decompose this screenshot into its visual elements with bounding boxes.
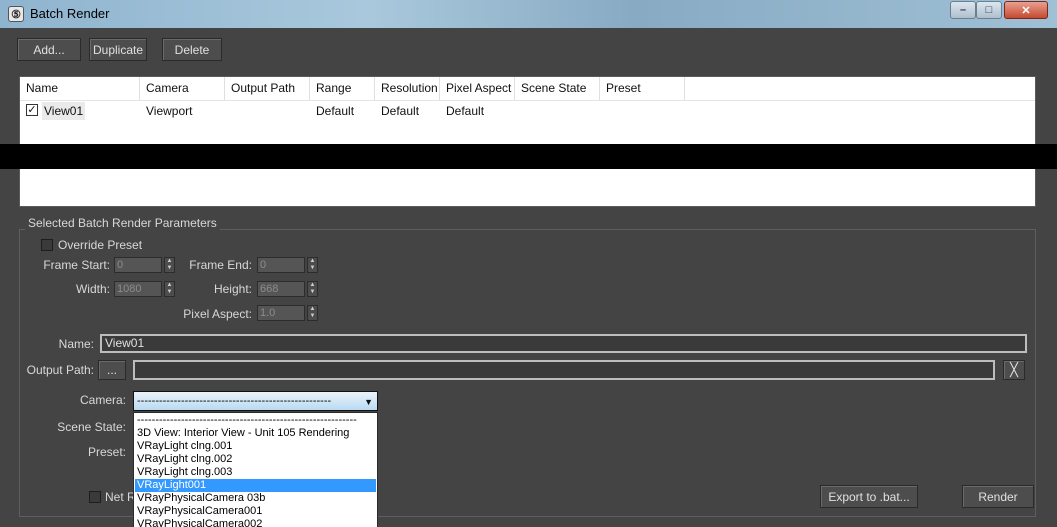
frame-start-spinner[interactable]: ▲ ▼ bbox=[164, 257, 175, 273]
camera-option[interactable]: VRayPhysicalCamera002 bbox=[135, 518, 376, 527]
frame-end-spinner[interactable]: ▲ ▼ bbox=[307, 257, 318, 273]
camera-option[interactable]: ----------------------------------------… bbox=[135, 414, 376, 427]
title-bar[interactable]: ⑤ Batch Render – □ ✕ bbox=[0, 0, 1057, 28]
column-header-camera[interactable]: Camera bbox=[140, 77, 225, 100]
column-header-output-path[interactable]: Output Path bbox=[225, 77, 310, 100]
camera-option[interactable]: VRayLight clng.001 bbox=[135, 440, 376, 453]
row-range: Default bbox=[316, 104, 355, 118]
clear-x-icon[interactable]: ╳ bbox=[1003, 360, 1025, 380]
height-spinner[interactable]: ▲ ▼ bbox=[307, 281, 318, 297]
export-to-bat-button[interactable]: Export to .bat... bbox=[820, 485, 918, 508]
table-row[interactable]: ✓ View01 Viewport Default Default Defaul… bbox=[20, 100, 1035, 122]
parameters-group-title: Selected Batch Render Parameters bbox=[25, 216, 220, 230]
delete-button[interactable]: Delete bbox=[162, 38, 222, 61]
net-render-label: Net R bbox=[105, 490, 136, 504]
pixel-aspect-label: Pixel Aspect: bbox=[183, 307, 252, 321]
pixel-aspect-field[interactable]: 1.0 bbox=[257, 305, 305, 321]
frame-end-field[interactable]: 0 bbox=[257, 257, 305, 273]
3ds-max-icon: ⑤ bbox=[8, 6, 24, 22]
output-path-field[interactable] bbox=[133, 360, 995, 380]
duplicate-button[interactable]: Duplicate bbox=[89, 38, 147, 61]
scene-state-label: Scene State: bbox=[57, 420, 126, 434]
output-path-label: Output Path: bbox=[26, 363, 94, 377]
name-field[interactable]: View01 bbox=[100, 334, 1027, 353]
camera-dropdown-list[interactable]: ----------------------------------------… bbox=[133, 412, 378, 527]
width-label: Width: bbox=[75, 282, 110, 296]
net-render-checkbox[interactable] bbox=[89, 491, 101, 503]
row-name: View01 bbox=[42, 102, 86, 120]
batch-views-table[interactable]: Name Camera Output Path Range Resolution… bbox=[19, 76, 1036, 207]
minimize-button[interactable]: – bbox=[950, 1, 976, 19]
camera-option[interactable]: 3D View: Interior View - Unit 105 Render… bbox=[135, 427, 376, 440]
browse-output-button[interactable]: ... bbox=[98, 360, 126, 380]
column-header-name[interactable]: Name bbox=[20, 77, 140, 100]
frame-start-field[interactable]: 0 bbox=[114, 257, 162, 273]
pixel-aspect-spinner[interactable]: ▲ ▼ bbox=[307, 305, 318, 321]
row-resolution: Default bbox=[381, 104, 420, 118]
render-button[interactable]: Render bbox=[962, 485, 1034, 508]
camera-option[interactable]: VRayPhysicalCamera001 bbox=[135, 505, 376, 518]
name-label: Name: bbox=[58, 337, 94, 351]
camera-option[interactable]: VRayLight001 bbox=[135, 479, 376, 492]
camera-combobox[interactable]: ----------------------------------------… bbox=[133, 391, 378, 411]
window-title: Batch Render bbox=[30, 6, 110, 21]
maximize-button[interactable]: □ bbox=[976, 1, 1002, 19]
chevron-down-icon[interactable]: ▼ bbox=[364, 393, 373, 411]
preset-label: Preset: bbox=[87, 445, 126, 459]
column-header-scene-state[interactable]: Scene State bbox=[515, 77, 600, 100]
override-preset-label: Override Preset bbox=[58, 238, 143, 252]
camera-label: Camera: bbox=[79, 393, 126, 407]
column-header-resolution[interactable]: Resolution bbox=[375, 77, 440, 100]
frame-end-label: Frame End: bbox=[189, 258, 252, 272]
camera-option[interactable]: VRayLight clng.003 bbox=[135, 466, 376, 479]
camera-combobox-value: ----------------------------------------… bbox=[137, 395, 332, 407]
height-field[interactable]: 668 bbox=[257, 281, 305, 297]
close-button[interactable]: ✕ bbox=[1004, 1, 1048, 19]
frame-start-label: Frame Start: bbox=[43, 258, 110, 272]
width-field[interactable]: 1080 bbox=[114, 281, 162, 297]
row-camera: Viewport bbox=[146, 104, 193, 118]
column-header-pixel-aspect[interactable]: Pixel Aspect bbox=[440, 77, 515, 100]
height-label: Height: bbox=[213, 282, 252, 296]
row-enable-checkbox[interactable]: ✓ bbox=[26, 104, 38, 116]
camera-option[interactable]: VRayLight clng.002 bbox=[135, 453, 376, 466]
camera-option[interactable]: VRayPhysicalCamera 03b bbox=[135, 492, 376, 505]
column-header-preset[interactable]: Preset bbox=[600, 77, 685, 100]
width-spinner[interactable]: ▲ ▼ bbox=[164, 281, 175, 297]
add-button[interactable]: Add... bbox=[17, 38, 81, 61]
override-preset-checkbox[interactable] bbox=[41, 239, 53, 251]
redaction-bar bbox=[0, 144, 1057, 169]
row-pixel-aspect: Default bbox=[446, 104, 485, 118]
column-header-range[interactable]: Range bbox=[310, 77, 375, 100]
